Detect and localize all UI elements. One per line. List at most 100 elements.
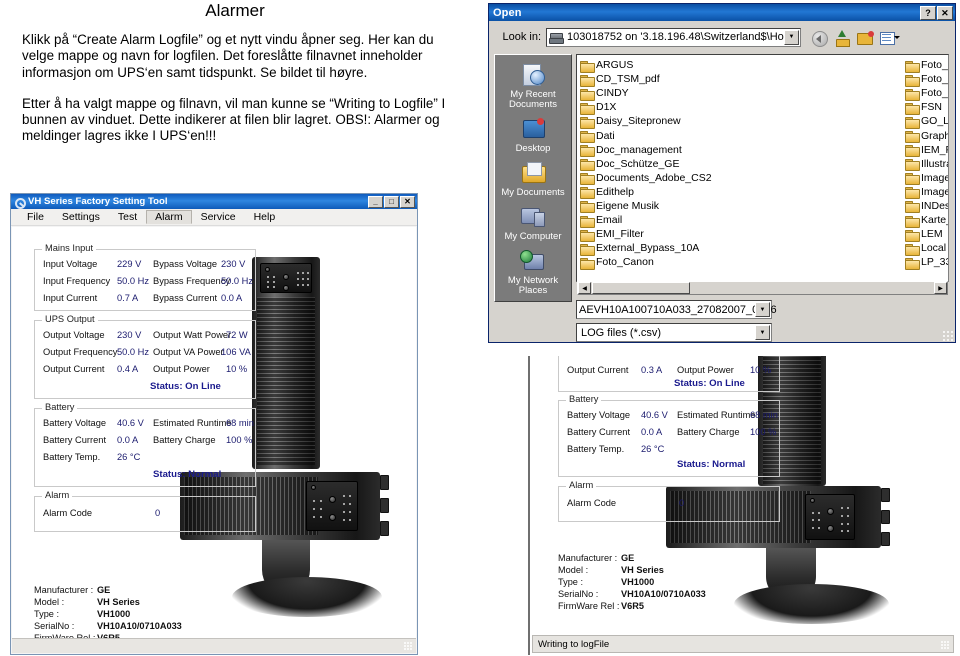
file-list-item[interactable]: INDesign_Dateie [905, 199, 948, 214]
folder-icon [580, 144, 595, 158]
field-value: 0.3 A [641, 365, 663, 375]
ups-output-group: Output Current 0.3 A Output Power 10 % S… [558, 356, 780, 392]
alarm-code-label: Alarm Code [567, 498, 617, 508]
file-list-item[interactable]: Foto_SG_new_S [905, 86, 948, 101]
file-list-item[interactable]: Doc_Schütze_GE [580, 157, 764, 172]
lookin-dropdown[interactable]: 103018752 on '3.18.196.48\Switzerland$\H… [546, 27, 801, 47]
filetype-dropdown[interactable]: LOG files (*.csv) ▼ [576, 323, 772, 342]
resize-grip[interactable] [943, 331, 953, 341]
vh-status-bar [12, 638, 416, 653]
menu-alarm[interactable]: Alarm [146, 210, 192, 224]
mains-input-title: Mains Input [42, 243, 97, 253]
file-list-item[interactable]: Edithelp [580, 185, 764, 200]
file-list-item[interactable]: GO_Live [905, 114, 948, 129]
file-list-item[interactable]: Doc_management [580, 143, 764, 158]
field-value: 68 min [750, 410, 778, 420]
file-list-item[interactable]: Local Settings [905, 241, 948, 256]
spec-key: Manufacturer : [34, 585, 94, 595]
close-icon[interactable]: ✕ [937, 5, 953, 20]
file-list-item[interactable]: Graphic_ Display [905, 128, 948, 144]
vh-content-area: Mains Input Input Voltage 229 V Bypass V… [12, 227, 416, 638]
file-list-item[interactable]: Documents_Adobe_CS2 [580, 171, 764, 186]
place-my-network-places[interactable]: My Network Places [495, 247, 571, 299]
field-value: 0.0 A [641, 427, 663, 437]
file-list-item[interactable]: External_Bypass_10A [580, 241, 764, 256]
folder-icon [905, 130, 920, 144]
folder-icon [905, 88, 920, 101]
menu-help[interactable]: Help [245, 210, 285, 224]
file-list-item-label: ARGUS [596, 59, 634, 72]
scroll-right-icon[interactable]: ▶ [934, 282, 947, 294]
file-list-item[interactable]: Image_pdf [905, 185, 948, 200]
field-value: 26 °C [117, 452, 141, 462]
scroll-left-icon[interactable]: ◀ [578, 282, 591, 294]
folder-icon [905, 215, 920, 228]
folder-icon [905, 200, 920, 214]
file-list-item[interactable]: LP_33_UL_pictur [905, 255, 948, 270]
resize-grip[interactable] [404, 642, 413, 651]
file-list-item[interactable]: IEM_Parallel [905, 143, 948, 158]
place-my-documents[interactable]: My Documents [495, 159, 571, 201]
file-list-item[interactable]: LEM [905, 227, 948, 242]
file-list-item[interactable]: EMI_Filter [580, 227, 764, 242]
field-value: 10 % [750, 365, 772, 375]
field-label: Output Voltage [43, 330, 105, 340]
chevron-down-icon[interactable]: ▼ [755, 325, 770, 340]
filename-input[interactable]: AEVH10A100710A033_27082007_0856 ▼ [576, 300, 777, 319]
field-value: 0.0 A [221, 293, 243, 303]
menu-test[interactable]: Test [109, 210, 146, 224]
close-icon[interactable]: ✕ [400, 195, 415, 208]
menu-file[interactable]: File [18, 210, 53, 224]
folder-icon [580, 158, 595, 172]
up-one-level-icon[interactable] [833, 29, 851, 47]
ups-product-image [180, 257, 415, 638]
field-value: 50.0 Hz [117, 276, 150, 286]
dialog-title: Open [493, 6, 522, 19]
file-list-item[interactable]: Karte_Brione [905, 213, 948, 228]
place-my-recent-documents[interactable]: My Recent Documents [495, 61, 571, 113]
file-list-item-label: External_Bypass_10A [596, 242, 700, 255]
file-list-item[interactable]: Foto_SG_Garbar [905, 72, 948, 87]
battery-status: Status: Normal [677, 459, 746, 470]
file-list-item[interactable]: Illustrator_files [905, 157, 948, 172]
file-list-item[interactable]: Daisy_Sitepronew [580, 114, 764, 129]
field-value: 72 W [226, 330, 248, 340]
spec-key: Model : [558, 565, 589, 575]
folder-icon [905, 74, 920, 87]
file-list-item-label: Image_pdf [921, 185, 948, 198]
vh-factory-setting-tool-window-cropped: Output Current 0.3 A Output Power 10 % S… [528, 356, 956, 655]
file-list-item-label: Image Transfer [921, 171, 949, 184]
file-list-item-label: Email [596, 214, 623, 227]
help-button[interactable]: ? [920, 5, 936, 20]
file-list-item[interactable]: Dati [580, 128, 764, 144]
file-list-item[interactable]: CINDY [580, 86, 764, 101]
place-my-computer[interactable]: My Computer [495, 203, 571, 245]
menu-settings[interactable]: Settings [53, 210, 109, 224]
file-list-item[interactable]: Email [580, 213, 764, 228]
file-list-item[interactable]: FSN [905, 100, 948, 115]
place-label: Desktop [515, 143, 551, 154]
folder-icon [580, 88, 595, 101]
file-list-item[interactable]: ARGUS [580, 58, 764, 73]
chevron-down-icon[interactable]: ▼ [784, 29, 799, 45]
file-list-item[interactable]: D1X [580, 100, 764, 115]
place-desktop[interactable]: Desktop [495, 115, 571, 157]
file-list-item[interactable]: CD_TSM_pdf [580, 72, 764, 87]
file-list-item[interactable]: Foto_Parameter_ [905, 58, 948, 73]
scrollbar-thumb[interactable] [592, 282, 690, 294]
views-icon[interactable] [879, 29, 900, 46]
file-list-item[interactable]: Foto_Canon [580, 255, 764, 270]
new-folder-icon[interactable] [856, 29, 874, 46]
menu-service[interactable]: Service [192, 210, 245, 224]
file-list-item[interactable]: Eigene Musik [580, 199, 764, 214]
ups-output-status: Status: On Line [150, 381, 221, 392]
chevron-down-icon[interactable]: ▼ [755, 302, 770, 317]
spec-key: Type : [34, 609, 60, 619]
back-icon[interactable] [810, 29, 828, 47]
resize-grip[interactable] [941, 641, 950, 650]
file-list-item[interactable]: Image Transfer [905, 171, 949, 186]
minimize-button[interactable]: _ [368, 195, 383, 208]
file-list[interactable]: ARGUS CD_TSM_pdf CINDY D1X Daisy_Sitepronew D… [576, 54, 949, 282]
horizontal-scrollbar[interactable]: ◀ ▶ [577, 281, 948, 295]
maximize-button[interactable]: □ [384, 195, 399, 208]
